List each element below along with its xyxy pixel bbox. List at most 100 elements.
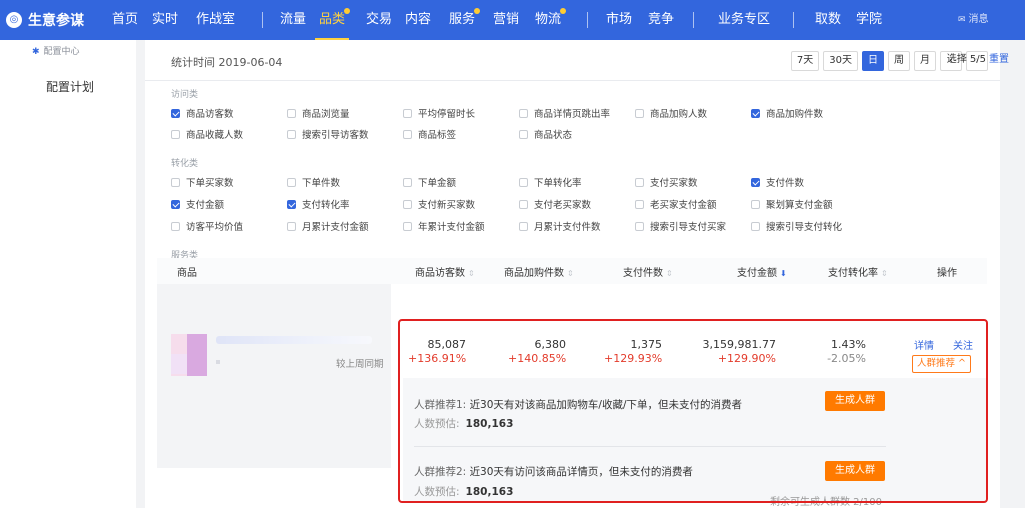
change-paid-amount: +129.90%	[717, 352, 776, 365]
metric-checkbox[interactable]: 支付新买家数	[403, 197, 475, 211]
nav-realtime[interactable]: 实时	[152, 0, 178, 40]
remaining-count: 剩余可生成人群数 2/100	[770, 497, 882, 508]
metric-checkbox[interactable]: 商品详情页跳出率	[519, 106, 610, 120]
generate-crowd-button-2[interactable]: 生成人群	[825, 461, 885, 481]
metric-checkbox-label: 搜索引导支付转化	[766, 222, 843, 233]
th-paid-amount[interactable]: 支付金额 ⬇	[737, 264, 787, 279]
nav-traffic[interactable]: 流量	[280, 0, 306, 40]
metric-checkbox[interactable]: 月累计支付金额	[287, 219, 369, 233]
nav-academy[interactable]: 学院	[856, 0, 882, 40]
th-visitors[interactable]: 商品访客数 ⇕	[415, 264, 475, 279]
metric-checkbox[interactable]: 平均停留时长	[403, 106, 475, 120]
metric-checkbox-label: 老买家支付金额	[650, 200, 717, 211]
nav-data-fetch[interactable]: 取数	[815, 0, 841, 40]
metric-checkbox-label: 访客平均价值	[186, 222, 244, 233]
nav-trade[interactable]: 交易	[366, 0, 392, 40]
period-day-button[interactable]: 日	[862, 51, 884, 71]
nav-separator	[693, 12, 694, 28]
th-paid-items[interactable]: 支付件数 ⇕	[623, 264, 673, 279]
brand[interactable]: ◎ 生意参谋	[6, 0, 84, 40]
metric-checkbox-label: 聚划算支付金额	[766, 200, 833, 211]
nav-home[interactable]: 首页	[112, 0, 138, 40]
checkbox-unchecked-icon	[287, 108, 296, 118]
metric-checkbox-label: 搜索引导访客数	[302, 130, 369, 141]
metric-checkbox[interactable]: 支付件数	[751, 175, 804, 189]
nav-business-zone[interactable]: 业务专区	[718, 0, 770, 40]
period-30d-button[interactable]: 30天	[823, 51, 858, 71]
metric-checkbox-label: 下单买家数	[186, 178, 234, 189]
sidebar-item-config-plan[interactable]: 配置计划	[46, 78, 94, 95]
nav-warroom[interactable]: 作战室	[196, 0, 235, 40]
recommend-2-estimate-label: 人数预估:	[414, 486, 460, 498]
group-label-conversion: 转化类	[171, 159, 199, 169]
period-7d-button[interactable]: 7天	[790, 51, 820, 71]
th-paid-rate[interactable]: 支付转化率 ⇕	[828, 264, 888, 279]
metric-checkbox[interactable]: 商品加购件数	[751, 106, 823, 120]
metric-checkbox-label: 商品浏览量	[302, 109, 350, 120]
recommend-1-estimate-label: 人数预估:	[414, 418, 460, 430]
checkbox-checked-icon	[171, 108, 180, 118]
nav-competition[interactable]: 竞争	[648, 0, 674, 40]
checkbox-checked-icon	[287, 199, 296, 209]
nav-market[interactable]: 市场	[606, 0, 632, 40]
nav-category[interactable]: 品类	[315, 0, 350, 40]
metric-checkbox[interactable]: 支付转化率	[287, 197, 350, 211]
metric-checkbox[interactable]: 支付老买家数	[519, 197, 591, 211]
recommend-2-text: 近30天有访问该商品详情页，但未支付的消费者	[469, 466, 693, 478]
metric-checkbox[interactable]: 商品加购人数	[635, 106, 707, 120]
metric-checkbox[interactable]: 商品标签	[403, 127, 456, 141]
metric-checkbox[interactable]: 下单转化率	[519, 175, 582, 189]
crowd-recommend-label: 人群推荐	[917, 358, 956, 369]
checkbox-unchecked-icon	[519, 199, 528, 209]
reset-link[interactable]: 重置	[989, 54, 1009, 65]
detail-link[interactable]: 详情	[914, 337, 934, 352]
metric-checkbox[interactable]: 支付买家数	[635, 175, 698, 189]
metric-checkbox-label: 商品加购人数	[650, 109, 708, 120]
nav-logistics[interactable]: 物流	[535, 0, 561, 40]
metric-checkbox[interactable]: 年累计支付金额	[403, 219, 485, 233]
product-cell	[157, 284, 391, 468]
metric-checkbox[interactable]: 搜索引导支付转化	[751, 219, 842, 233]
nav-marketing[interactable]: 营销	[493, 0, 519, 40]
metric-checkbox-label: 商品详情页跳出率	[534, 109, 611, 120]
metric-checkbox[interactable]: 聚划算支付金额	[751, 197, 833, 211]
recommend-2-label: 人群推荐2:	[414, 466, 467, 478]
change-cart-items: +140.85%	[508, 352, 567, 365]
metric-checkbox[interactable]: 商品浏览量	[287, 106, 350, 120]
nav-separator	[262, 12, 263, 28]
checkbox-unchecked-icon	[519, 177, 528, 187]
checkbox-unchecked-icon	[171, 129, 180, 139]
crowd-recommend-button[interactable]: 人群推荐 ^	[912, 355, 972, 373]
metric-checkbox[interactable]: 商品访客数	[171, 106, 234, 120]
product-title-blurred[interactable]	[216, 336, 372, 344]
sidebar-section: ✱ 配置中心	[32, 44, 80, 57]
checkbox-checked-icon	[751, 177, 760, 187]
nav-content[interactable]: 内容	[405, 0, 431, 40]
generate-crowd-button-1[interactable]: 生成人群	[825, 391, 885, 411]
value-paid-items: 1,375	[630, 338, 663, 351]
recommend-1-estimate-value: 180,163	[465, 418, 514, 430]
metric-checkbox[interactable]: 月累计支付件数	[519, 219, 601, 233]
th-cart-items[interactable]: 商品加购件数 ⇕	[504, 264, 574, 279]
metric-checkbox-label: 支付件数	[766, 178, 805, 189]
nav-service[interactable]: 服务	[449, 0, 475, 40]
metric-checkbox[interactable]: 访客平均价值	[171, 219, 243, 233]
nav-messages[interactable]: ✉ 消息	[958, 0, 989, 40]
metric-checkbox[interactable]: 搜索引导访客数	[287, 127, 369, 141]
metric-checkbox[interactable]: 商品状态	[519, 127, 572, 141]
gear-icon: ✱	[32, 47, 40, 57]
recommend-1: 人群推荐1: 近30天有对该商品加购物车/收藏/下单，但未支付的消费者	[414, 397, 742, 412]
metric-checkbox[interactable]: 老买家支付金额	[635, 197, 717, 211]
period-week-button[interactable]: 周	[888, 51, 910, 71]
checkbox-unchecked-icon	[403, 199, 412, 209]
follow-link[interactable]: 关注	[953, 337, 973, 352]
selection-count: 选择 5/5 重置	[947, 50, 1009, 65]
metric-checkbox[interactable]: 商品收藏人数	[171, 127, 243, 141]
metric-checkbox[interactable]: 支付金额	[171, 197, 224, 211]
period-month-button[interactable]: 月	[914, 51, 936, 71]
metric-checkbox[interactable]: 下单买家数	[171, 175, 234, 189]
metric-checkbox[interactable]: 下单件数	[287, 175, 340, 189]
metric-checkbox[interactable]: 下单金额	[403, 175, 456, 189]
sort-icon: ⇕	[666, 269, 673, 278]
metric-checkbox[interactable]: 搜索引导支付买家	[635, 219, 726, 233]
